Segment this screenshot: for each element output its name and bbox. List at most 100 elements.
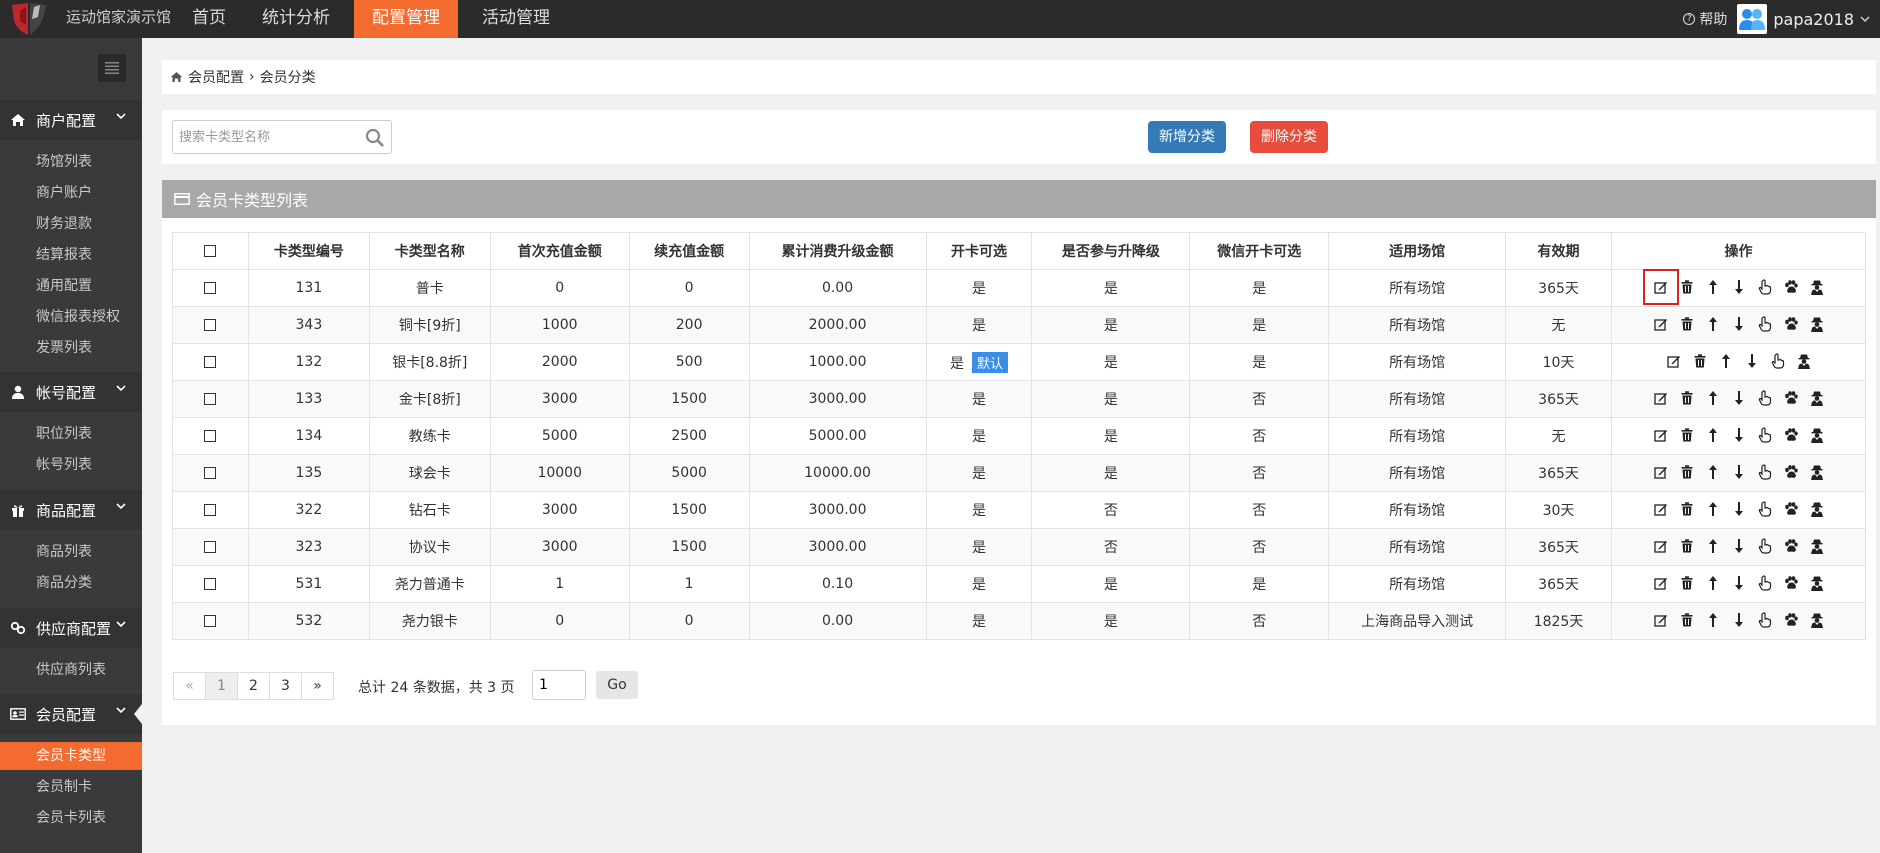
select-all-checkbox[interactable] (204, 245, 217, 257)
page-number-input[interactable] (532, 670, 586, 700)
row-checkbox[interactable] (204, 393, 217, 405)
arrow-up-icon[interactable] (1704, 389, 1722, 407)
user-secret-icon[interactable] (1808, 574, 1826, 592)
edit-icon[interactable] (1652, 315, 1670, 333)
edit-icon[interactable] (1642, 269, 1679, 305)
arrow-down-icon[interactable] (1743, 352, 1761, 370)
trash-icon[interactable] (1678, 537, 1696, 555)
edit-icon[interactable] (1665, 352, 1683, 370)
trash-icon[interactable] (1678, 500, 1696, 518)
sidebar-item-supplier-list[interactable]: 供应商列表 (0, 656, 142, 684)
sidebar-item-goods-category[interactable]: 商品分类 (0, 569, 142, 597)
table-row[interactable]: 133 金卡[8折] 3000 1500 3000.00 是是否所有场馆 365天 (172, 380, 1866, 418)
arrow-down-icon[interactable] (1730, 537, 1748, 555)
user-secret-icon[interactable] (1808, 426, 1826, 444)
arrow-up-icon[interactable] (1704, 315, 1722, 333)
nav-config[interactable]: 配置管理 (354, 0, 458, 38)
edit-icon[interactable] (1652, 426, 1670, 444)
sidebar-item-general-config[interactable]: 通用配置 (0, 272, 142, 300)
edit-icon[interactable] (1652, 574, 1670, 592)
page-button-3[interactable]: 3 (269, 672, 302, 700)
sidebar-toggle[interactable] (98, 54, 126, 82)
sidebar-group-member[interactable]: 会员配置 (0, 694, 142, 734)
page-button-2[interactable]: 2 (237, 672, 270, 700)
row-checkbox[interactable] (204, 430, 217, 442)
sidebar-group-supplier[interactable]: 供应商配置 (0, 608, 142, 648)
arrow-up-icon[interactable] (1704, 537, 1722, 555)
edit-icon[interactable] (1652, 463, 1670, 481)
table-row[interactable]: 134 教练卡 5000 2500 5000.00 是是否所有场馆无 (172, 417, 1866, 455)
page-button-1[interactable]: 1 (205, 672, 238, 700)
hand-pointer-icon[interactable] (1756, 463, 1774, 481)
user-menu[interactable]: papa2018 (1737, 4, 1870, 34)
arrow-up-icon[interactable] (1717, 352, 1735, 370)
sidebar-item-refund[interactable]: 财务退款 (0, 210, 142, 238)
row-checkbox[interactable] (204, 356, 217, 368)
user-secret-icon[interactable] (1795, 352, 1813, 370)
hand-pointer-icon[interactable] (1769, 352, 1787, 370)
sidebar-item-wechat-report[interactable]: 微信报表授权 (0, 303, 142, 331)
arrow-up-icon[interactable] (1704, 500, 1722, 518)
search-icon[interactable] (365, 128, 385, 148)
user-secret-icon[interactable] (1808, 315, 1826, 333)
sidebar-item-member-card-make[interactable]: 会员制卡 (0, 773, 142, 801)
arrow-up-icon[interactable] (1704, 611, 1722, 629)
prev-page-button[interactable]: « (173, 672, 206, 700)
user-secret-icon[interactable] (1808, 537, 1826, 555)
arrow-up-icon[interactable] (1704, 426, 1722, 444)
arrow-up-icon[interactable] (1704, 574, 1722, 592)
help-link[interactable]: ? 帮助 (1683, 9, 1727, 29)
table-row[interactable]: 132 银卡[8.8折] 2000 500 1000.00 是默认是是所有场馆 10天 (172, 343, 1866, 381)
hand-pointer-icon[interactable] (1756, 389, 1774, 407)
sidebar-group-account[interactable]: 帐号配置 (0, 372, 142, 412)
hand-pointer-icon[interactable] (1756, 500, 1774, 518)
paw-icon[interactable] (1782, 426, 1800, 444)
arrow-up-icon[interactable] (1704, 278, 1722, 296)
arrow-down-icon[interactable] (1730, 426, 1748, 444)
trash-icon[interactable] (1678, 574, 1696, 592)
breadcrumb-parent[interactable]: 会员配置 (188, 67, 244, 87)
row-checkbox[interactable] (204, 467, 217, 479)
sidebar-item-member-card-type[interactable]: 会员卡类型 (0, 742, 142, 770)
row-checkbox[interactable] (204, 578, 217, 590)
user-secret-icon[interactable] (1808, 611, 1826, 629)
next-page-button[interactable]: » (301, 672, 334, 700)
sidebar-item-accounts[interactable]: 帐号列表 (0, 451, 142, 479)
paw-icon[interactable] (1782, 574, 1800, 592)
logo[interactable]: 运动馆家演示馆 (10, 0, 171, 38)
row-checkbox[interactable] (204, 541, 217, 553)
row-checkbox[interactable] (204, 319, 217, 331)
nav-activities[interactable]: 活动管理 (470, 0, 562, 38)
trash-icon[interactable] (1678, 315, 1696, 333)
sidebar-group-goods[interactable]: 商品配置 (0, 490, 142, 530)
paw-icon[interactable] (1782, 389, 1800, 407)
edit-icon[interactable] (1652, 389, 1670, 407)
delete-category-button[interactable]: 删除分类 (1250, 121, 1328, 153)
arrow-down-icon[interactable] (1730, 315, 1748, 333)
table-row[interactable]: 131 普卡 0 0 0.00 是是是所有场馆 365天 (172, 269, 1866, 307)
user-secret-icon[interactable] (1808, 463, 1826, 481)
sidebar-item-goods-list[interactable]: 商品列表 (0, 538, 142, 566)
trash-icon[interactable] (1678, 611, 1696, 629)
trash-icon[interactable] (1691, 352, 1709, 370)
sidebar-group-merchant[interactable]: 商户配置 (0, 100, 142, 140)
paw-icon[interactable] (1782, 500, 1800, 518)
sidebar-item-invoice[interactable]: 发票列表 (0, 334, 142, 362)
user-secret-icon[interactable] (1808, 500, 1826, 518)
trash-icon[interactable] (1678, 278, 1696, 296)
table-row[interactable]: 323 协议卡 3000 1500 3000.00 是否否所有场馆 365天 (172, 528, 1866, 566)
hand-pointer-icon[interactable] (1756, 537, 1774, 555)
go-button[interactable]: Go (596, 671, 638, 699)
row-checkbox[interactable] (204, 615, 217, 627)
sidebar-item-positions[interactable]: 职位列表 (0, 420, 142, 448)
paw-icon[interactable] (1782, 315, 1800, 333)
user-secret-icon[interactable] (1808, 278, 1826, 296)
paw-icon[interactable] (1782, 278, 1800, 296)
table-row[interactable]: 135 球会卡 10000 5000 10000.00 是是否所有场馆 365天 (172, 454, 1866, 492)
edit-icon[interactable] (1652, 611, 1670, 629)
paw-icon[interactable] (1782, 537, 1800, 555)
trash-icon[interactable] (1678, 389, 1696, 407)
arrow-up-icon[interactable] (1704, 463, 1722, 481)
hand-pointer-icon[interactable] (1756, 574, 1774, 592)
table-row[interactable]: 532 尧力银卡 0 0 0.00 是是否上海商品导入测试 1825天 (172, 602, 1866, 640)
